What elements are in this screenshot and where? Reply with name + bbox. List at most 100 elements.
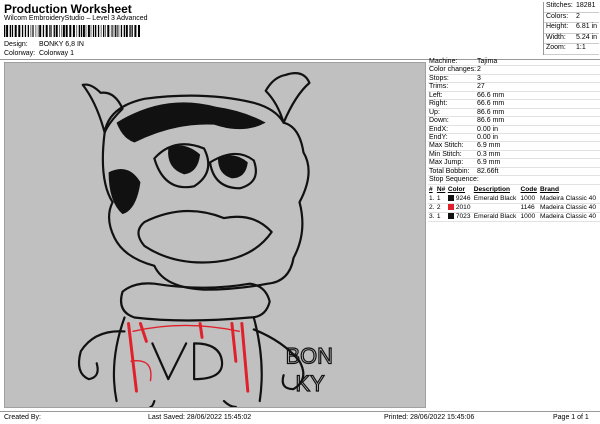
barcode-bar [18,25,21,37]
stop-code: 1000 [519,194,539,204]
machine-info-value: 0.00 in [477,125,499,133]
stop-color: 7023 [446,212,473,222]
barcode-bar [49,25,51,37]
barcode-bar [82,25,85,37]
footer: Created By: Last Saved: 28/06/2022 15:45… [0,411,600,424]
barcode-bar [4,25,6,37]
stop-sequence-row: 2. 2 2010 1146 Madeira Classic 40 [428,203,600,213]
barcode-bar [100,25,102,37]
stop-num: 3. [428,212,436,222]
summary-row: Stitches: 18281 [544,2,599,13]
color-swatch [447,204,454,211]
barcode-bar [123,25,125,37]
summary-label: Stitches: [546,2,573,9]
machine-info-value: 6.9 mm [477,142,501,150]
machine-info-row: Trims: 27 [428,83,600,92]
summary-value: 18281 [576,2,596,9]
machine-info-label: Total Bobbin: [429,167,470,175]
left-pupil-fill [168,145,201,175]
stop-sequence-row: 1. 1 9246 Emerald Black 1000 Madeira Classic … [428,194,600,204]
machine-info-value: 2 [477,66,481,74]
col-brand: Brand [539,186,559,194]
barcode-bar [105,25,106,37]
machine-info-row: Max Stitch: 6.9 mm [428,142,600,151]
stop-num: 2. [428,203,436,213]
machine-info-value: 86.6 mm [477,108,505,116]
left-sideburn-fill [108,169,141,215]
barcode-bar [72,25,75,37]
barcode-bar [76,25,78,37]
summary-row: Colors: 2 [544,12,599,23]
summary-label: Colors: [546,12,569,20]
stop-needle: 1 [435,212,447,222]
barcode-bar [95,25,97,37]
design-value: BONKY 6,8 IN [38,41,84,48]
machine-info-label: Machine: [429,58,458,65]
summary-label: Zoom: [546,44,566,51]
machine-info-row: Down: 86.6 mm [428,117,600,126]
worksheet-title: Production Worksheet [4,2,132,16]
machine-info-label: Max Jump: [429,159,464,167]
artwork-text-bon: BON [286,343,333,368]
stop-brand: Madeira Classic 40 [538,212,600,222]
shirt-letter-d [193,342,224,381]
machine-info-label: Left: [429,91,443,99]
machine-info-label: Right: [429,100,448,108]
barcode-bar [30,25,32,37]
summary-value: 6.81 in [576,23,598,30]
stop-sequence-label: Stop Sequence: [429,176,479,184]
barcode-bar [65,25,68,37]
barcode-bar [120,25,123,37]
barcode-bar [78,25,80,37]
stop-color: 2010 [446,203,473,213]
col-n: N# [436,186,446,194]
stop-brand: Madeira Classic 40 [538,203,600,213]
summary-label: Height: [546,23,569,30]
summary-panel: Stitches: 18281 Colors: 2 Height: 6.81 in W… [543,2,599,55]
machine-info-label: Stops: [429,74,449,82]
col-hash: # [429,186,433,194]
stop-color-code: 7023 [455,213,471,221]
machine-info-row: Min Stitch: 0.3 mm [428,151,600,160]
barcode-bar [32,25,33,37]
barcode-bar [69,25,72,37]
barcode-bar [9,25,11,37]
stop-needle: 2 [435,203,447,213]
barcode-bar [55,25,58,37]
summary-row: Zoom: 1:1 [544,44,599,55]
machine-info-label: EndY: [429,133,448,141]
machine-info-value: 82.66ft [477,167,499,175]
stop-description [472,203,520,213]
barcode-bar [14,25,17,37]
right-ear-outline [264,72,311,124]
barcode-bar [131,25,133,37]
barcode-bar [27,25,29,37]
col-description: Description [473,186,511,194]
footer-page: Page 1 of 1 [553,414,589,421]
stop-color-code: 9246 [455,194,471,202]
barcode-bar [103,25,105,37]
col-color: Color [447,186,466,194]
machine-info-panel: Machine: Tajima Color changes: 2 Stops: 3 Trim… [428,58,600,222]
barcode-bar [6,25,9,37]
machine-info-label: Up: [429,108,440,116]
right-pupil-fill [217,155,248,179]
barcode-bar [51,25,52,37]
barcode-bar [35,25,37,37]
barcode-bar [62,25,65,37]
summary-value: 1:1 [576,44,586,51]
stop-sequence-row: 3. 1 7023 Emerald Black 1000 Madeira Classic … [428,212,600,222]
barcode-bar [37,25,39,37]
barcode-bar [112,25,113,37]
stop-brand: Madeira Classic 40 [538,194,600,204]
color-swatch [447,213,454,220]
barcode-bar [115,25,117,37]
barcode-bar [33,25,34,37]
footer-last-saved: Last Saved: 28/06/2022 15:45:02 [148,414,252,421]
machine-info-row: Up: 86.6 mm [428,108,600,118]
colorway-value: Colorway 1 [38,50,74,57]
barcode-bar [80,25,83,37]
mouth-outline [137,210,273,264]
barcode-bar [21,25,24,37]
barcode-bar [110,25,112,37]
